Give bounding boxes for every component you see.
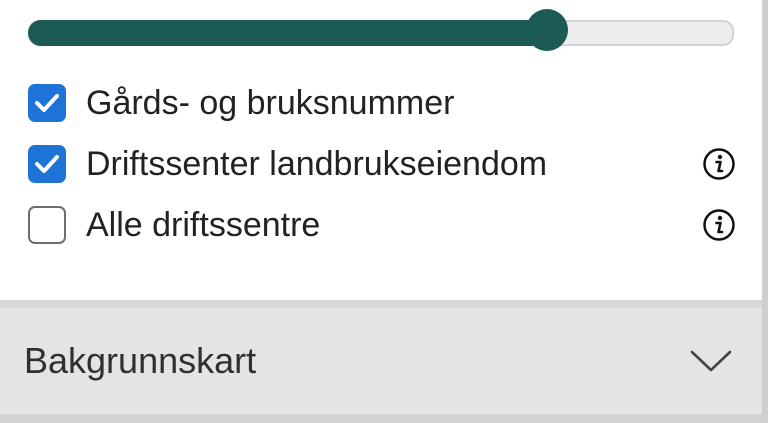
accordion-bakgrunnskart[interactable]: Bakgrunnskart <box>0 308 762 414</box>
slider-fill <box>28 20 547 46</box>
slider-thumb[interactable] <box>526 9 568 51</box>
checkmark-icon <box>35 155 59 173</box>
layer-row-alle-driftssentre[interactable]: Alle driftssentre <box>28 203 738 247</box>
layer-label: Gårds- og bruksnummer <box>86 84 455 122</box>
info-icon[interactable] <box>702 147 736 181</box>
layer-label: Alle driftssentre <box>86 206 321 244</box>
checkbox-gards-og-bruksnummer[interactable] <box>28 84 66 122</box>
checkmark-icon <box>35 94 59 112</box>
chevron-down-icon[interactable] <box>690 349 732 373</box>
checkbox-driftssenter-landbrukseiendom[interactable] <box>28 145 66 183</box>
info-icon[interactable] <box>702 208 736 242</box>
panel-bottom-edge <box>0 414 762 423</box>
accordion-title: Bakgrunnskart <box>24 340 257 381</box>
layer-panel: Gårds- og bruksnummer Driftssenter landb… <box>0 0 762 300</box>
section-divider <box>0 300 762 308</box>
layer-row-gards-og-bruksnummer[interactable]: Gårds- og bruksnummer <box>28 81 738 125</box>
opacity-slider[interactable] <box>28 9 734 51</box>
layer-label: Driftssenter landbrukseiendom <box>86 145 548 183</box>
checkbox-alle-driftssentre[interactable] <box>28 206 66 244</box>
panel-scroll-edge <box>762 0 768 423</box>
layer-row-driftssenter-landbrukseiendom[interactable]: Driftssenter landbrukseiendom <box>28 142 738 186</box>
